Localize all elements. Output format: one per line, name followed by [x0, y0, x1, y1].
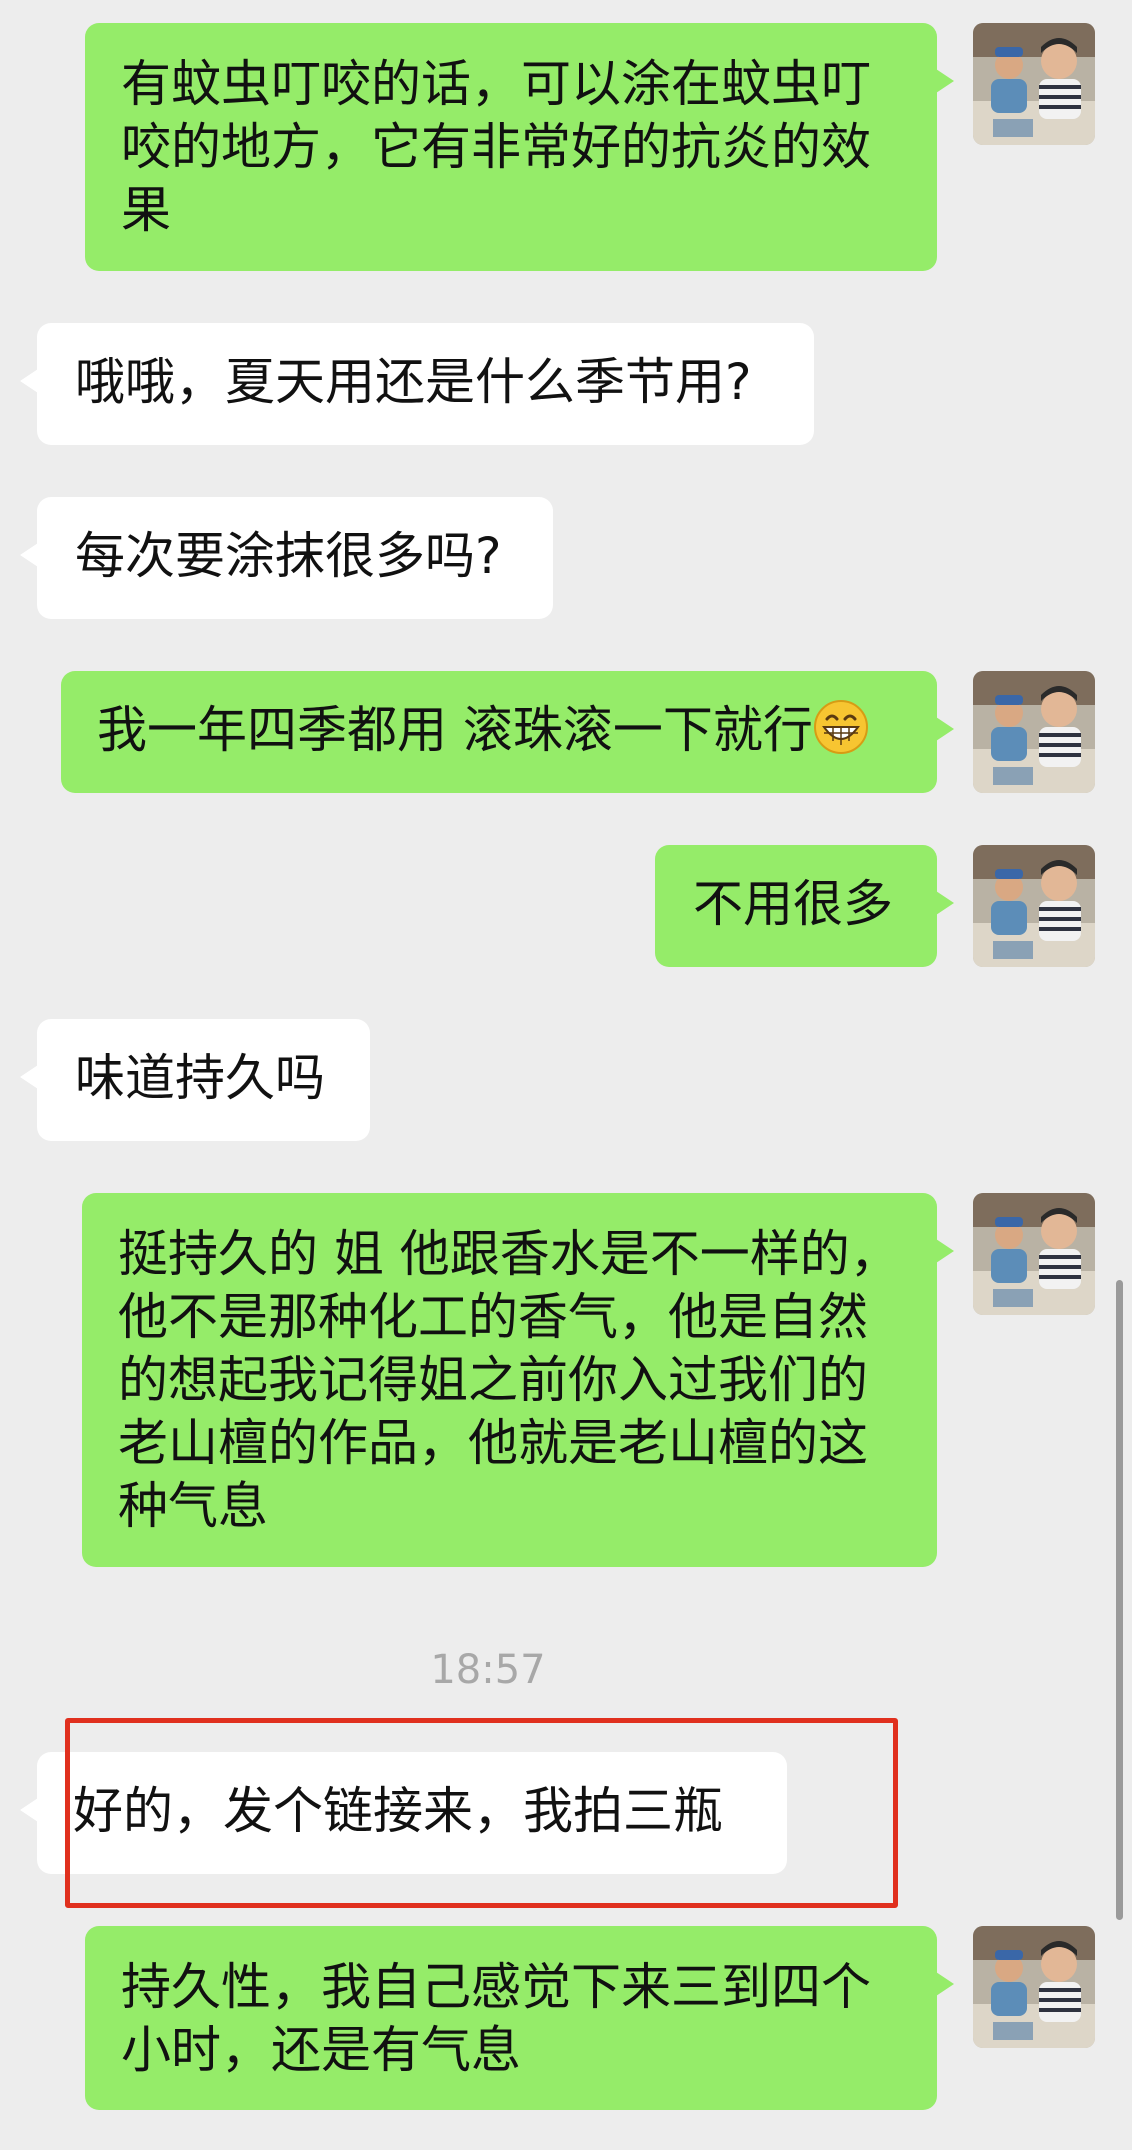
message-text: 哦哦，夏天用还是什么季节用? [75, 353, 752, 411]
my-avatar[interactable] [973, 845, 1095, 967]
message-text: 有蚊虫叮咬的话，可以涂在蚊虫叮咬的地方，它有非常好的抗炎的效果 [121, 55, 871, 239]
message-bubble-sent[interactable]: 不用很多 [655, 845, 954, 967]
message-bubble-sent[interactable]: 挺持久的 姐 他跟香水是不一样的，他不是那种化工的香气，他是自然的想起我记得姐之… [82, 1193, 954, 1567]
scrollbar[interactable] [1116, 1280, 1123, 1920]
message-bubble-received[interactable]: 哦哦，夏天用还是什么季节用? [20, 323, 814, 445]
my-avatar[interactable] [973, 671, 1095, 793]
message-bubble-sent[interactable]: 有蚊虫叮咬的话，可以涂在蚊虫叮咬的地方，它有非常好的抗炎的效果 [85, 23, 954, 271]
avatar-photo-icon [973, 845, 1095, 967]
my-avatar[interactable] [973, 1926, 1095, 2048]
grinning-face-emoji-icon [813, 699, 869, 755]
message-text: 我一年四季都用 滚珠滚一下就行 [97, 701, 813, 759]
chat-conversation: 有蚊虫叮咬的话，可以涂在蚊虫叮咬的地方，它有非常好的抗炎的效果 哦哦，夏天用还是… [0, 0, 1132, 2150]
avatar-photo-icon [973, 1926, 1095, 2048]
my-avatar[interactable] [973, 23, 1095, 145]
message-timestamp: 18:57 [430, 1647, 546, 1693]
message-bubble-received[interactable]: 每次要涂抹很多吗? [20, 497, 553, 619]
avatar-photo-icon [973, 23, 1095, 145]
highlight-box [65, 1718, 898, 1908]
message-bubble-sent[interactable]: 我一年四季都用 滚珠滚一下就行 [61, 671, 954, 793]
message-text: 挺持久的 姐 他跟香水是不一样的，他不是那种化工的香气，他是自然的想起我记得姐之… [118, 1225, 900, 1535]
message-text: 每次要涂抹很多吗? [75, 527, 502, 585]
message-text: 持久性，我自己感觉下来三到四个小时，还是有气息 [121, 1958, 871, 2079]
message-bubble-sent[interactable]: 持久性，我自己感觉下来三到四个小时，还是有气息 [85, 1926, 954, 2110]
message-text: 味道持久吗 [75, 1049, 325, 1107]
avatar-photo-icon [973, 671, 1095, 793]
message-bubble-received[interactable]: 味道持久吗 [20, 1019, 370, 1141]
my-avatar[interactable] [973, 1193, 1095, 1315]
avatar-photo-icon [973, 1193, 1095, 1315]
message-text: 不用很多 [693, 875, 893, 933]
